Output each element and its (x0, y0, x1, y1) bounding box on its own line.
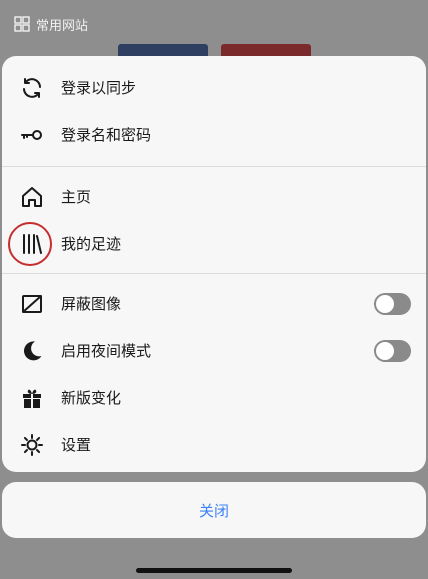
gear-icon (20, 433, 44, 457)
menu-section-settings: 屏蔽图像 启用夜间模式 新版变化 设置 (2, 274, 426, 468)
close-button[interactable]: 关闭 (2, 482, 426, 538)
moon-icon (20, 339, 44, 363)
menu-item-label: 登录以同步 (61, 79, 137, 97)
menu-item-home[interactable]: 主页 (2, 173, 426, 220)
background-header-label: 常用网站 (36, 18, 89, 34)
menu-item-label: 主页 (61, 188, 92, 206)
menu-item-logins-passwords[interactable]: 登录名和密码 (2, 111, 426, 158)
menu-item-label: 登录名和密码 (61, 126, 152, 144)
home-icon (20, 185, 44, 209)
menu-sheet: 登录以同步 登录名和密码 主页 我的足迹 屏蔽图像 启用夜间模式 新版变化 设置 (2, 56, 426, 472)
sync-icon (20, 76, 44, 100)
menu-item-label: 启用夜间模式 (61, 342, 152, 360)
menu-section-navigation: 主页 我的足迹 (2, 167, 426, 274)
grid-icon (14, 16, 30, 32)
toggle-knob (376, 294, 394, 313)
gift-icon (20, 386, 44, 410)
menu-item-block-images[interactable]: 屏蔽图像 (2, 280, 426, 327)
menu-item-settings[interactable]: 设置 (2, 421, 426, 468)
highlight-circle (8, 222, 52, 266)
block-images-toggle[interactable] (374, 292, 411, 315)
menu-item-whats-new[interactable]: 新版变化 (2, 374, 426, 421)
night-mode-toggle[interactable] (374, 339, 411, 362)
menu-item-label: 我的足迹 (61, 235, 122, 253)
menu-item-sign-in-sync[interactable]: 登录以同步 (2, 64, 426, 111)
menu-section-account: 登录以同步 登录名和密码 (2, 56, 426, 167)
background-header: 常用网站 (0, 0, 428, 48)
toggle-knob (376, 341, 394, 360)
home-indicator (136, 568, 292, 573)
menu-item-label: 新版变化 (61, 389, 122, 407)
menu-item-label: 屏蔽图像 (61, 295, 122, 313)
menu-item-history[interactable]: 我的足迹 (2, 220, 426, 267)
key-icon (20, 123, 44, 147)
menu-item-label: 设置 (61, 436, 92, 454)
image-off-icon (20, 292, 44, 316)
menu-item-night-mode[interactable]: 启用夜间模式 (2, 327, 426, 374)
